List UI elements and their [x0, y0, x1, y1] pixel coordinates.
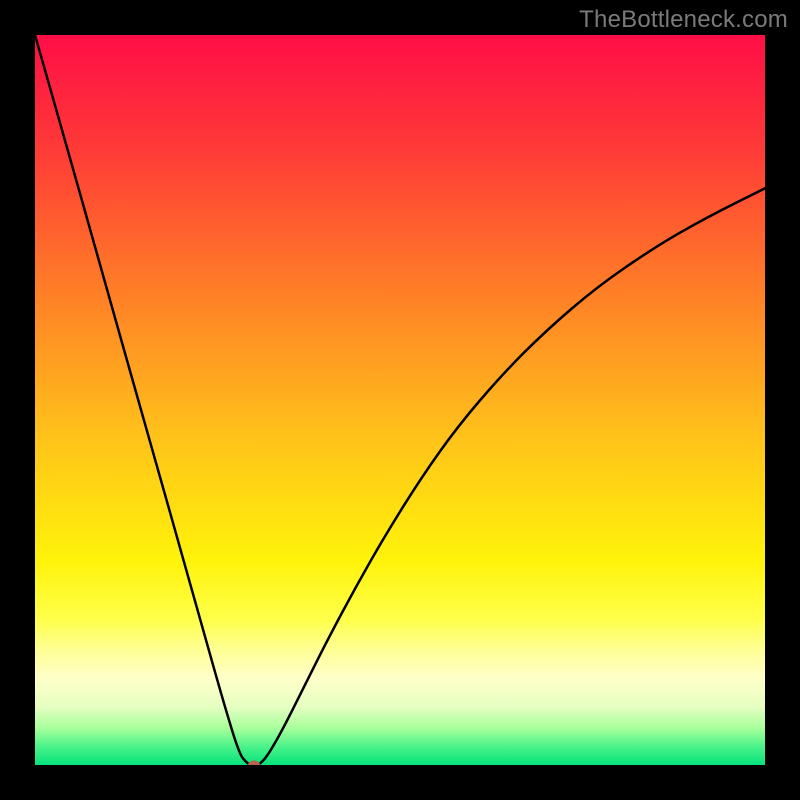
chart-frame: TheBottleneck.com — [0, 0, 800, 800]
optimum-marker — [248, 761, 260, 766]
curve-layer — [35, 35, 765, 765]
bottleneck-curve — [35, 35, 765, 765]
watermark-label: TheBottleneck.com — [579, 6, 788, 34]
plot-area — [35, 35, 765, 765]
